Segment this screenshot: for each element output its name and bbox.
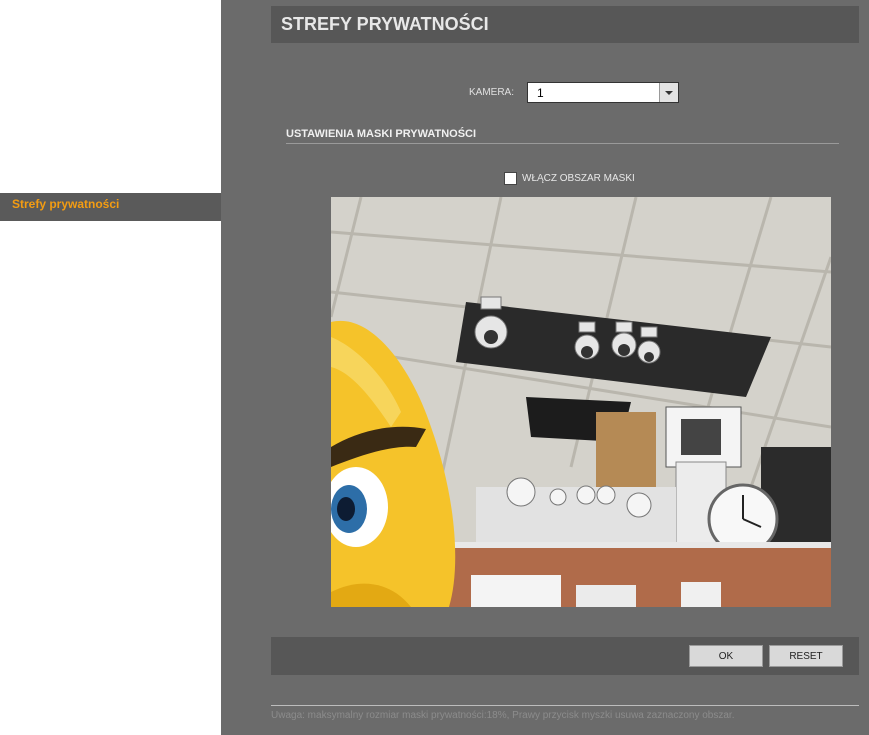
enable-mask-label: WŁĄCZ OBSZAR MASKI [522, 173, 635, 184]
page-title: STREFY PRYWATNOŚCI [271, 6, 859, 43]
reset-button[interactable]: RESET [769, 645, 843, 667]
enable-mask-row[interactable]: WŁĄCZ OBSZAR MASKI [504, 172, 635, 185]
camera-preview[interactable] [331, 197, 831, 607]
main-panel: STREFY PRYWATNOŚCI KAMERA: 1 USTAWIENIA … [221, 0, 869, 735]
ok-button[interactable]: OK [689, 645, 763, 667]
footer-divider [271, 705, 859, 706]
camera-select-value: 1 [537, 86, 544, 100]
camera-label: KAMERA: [469, 87, 515, 98]
enable-mask-checkbox[interactable] [504, 172, 517, 185]
sidebar: Strefy prywatności [0, 0, 221, 735]
button-bar: OK RESET [271, 637, 859, 675]
chevron-down-icon[interactable] [659, 83, 678, 102]
footer-note: Uwaga: maksymalny rozmiar maski prywatno… [271, 710, 735, 721]
camera-select[interactable]: 1 [527, 82, 679, 103]
section-divider [286, 143, 839, 144]
camera-preview-image [331, 197, 831, 607]
section-title: USTAWIENIA MASKI PRYWATNOŚCI [286, 128, 477, 140]
sidebar-item-privacy-zones[interactable]: Strefy prywatności [0, 193, 221, 221]
